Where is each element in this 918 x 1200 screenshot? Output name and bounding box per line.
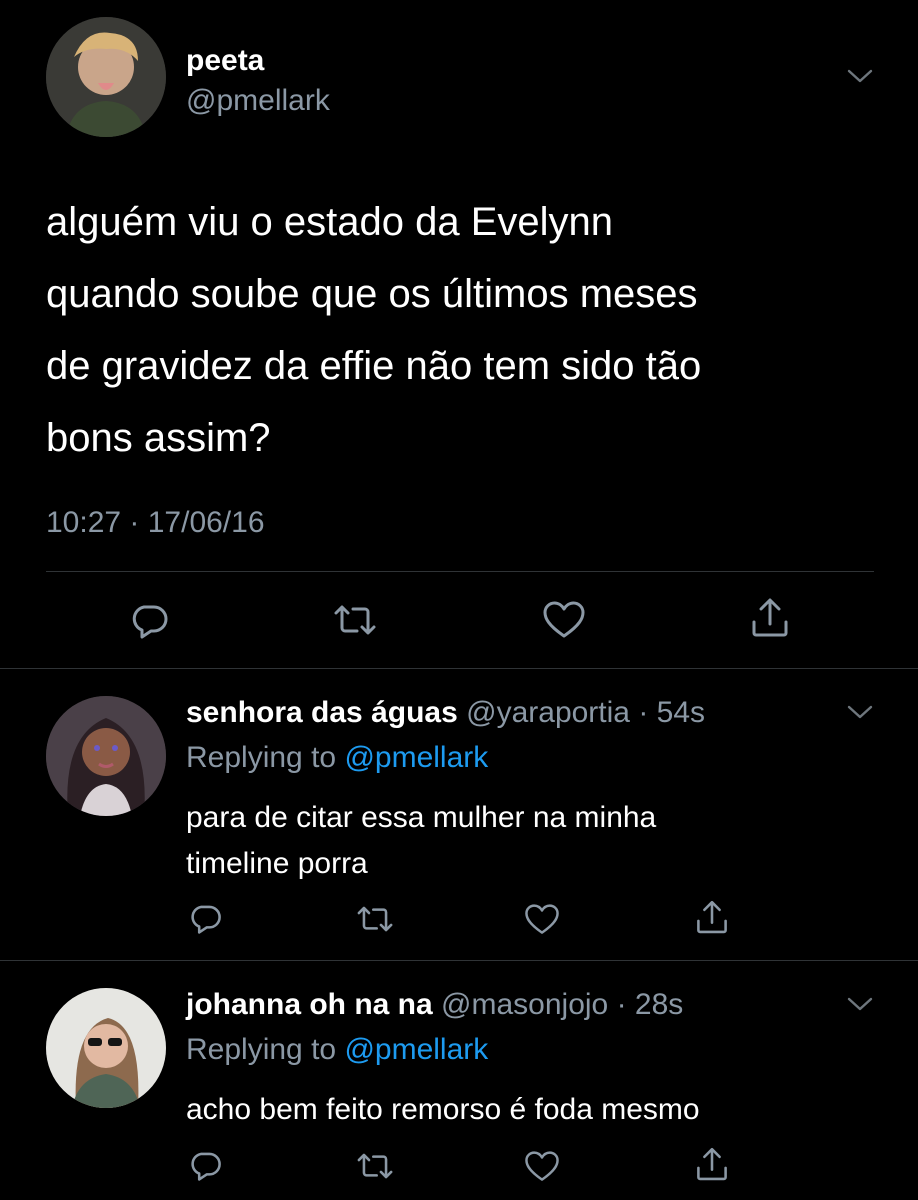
reply-icon	[191, 1152, 221, 1181]
mention-link[interactable]: @pmellark	[344, 741, 488, 774]
display-name[interactable]: senhora das águas	[186, 696, 458, 729]
avatar-image	[46, 988, 166, 1108]
share-button[interactable]	[695, 1146, 729, 1183]
separator-dot: ·	[629, 696, 657, 729]
reply-header: senhora das águas @yaraportia · 54s	[186, 696, 705, 730]
relative-time[interactable]: 28s	[635, 988, 683, 1021]
reply-icon	[191, 905, 221, 934]
share-icon	[697, 1147, 727, 1181]
tweet-text: alguém viu o estado da Evelynn quando so…	[46, 186, 701, 474]
avatar[interactable]	[46, 988, 166, 1108]
heart-icon	[525, 1151, 559, 1181]
handle[interactable]: @yaraportia	[466, 696, 630, 729]
retweet-icon	[334, 605, 376, 635]
tweet-text-line: de gravidez da effie não tem sido tão	[46, 344, 702, 388]
tweet-text-line: quando soube que os últimos meses	[46, 272, 698, 316]
retweet-button[interactable]	[356, 1149, 394, 1183]
avatar-image	[46, 17, 166, 137]
chevron-down-icon[interactable]	[846, 66, 874, 86]
like-button[interactable]	[524, 1150, 560, 1183]
replying-to-label: Replying to	[186, 741, 337, 774]
retweet-button[interactable]	[356, 902, 394, 936]
retweet-icon	[357, 1153, 393, 1179]
share-button[interactable]	[695, 899, 729, 936]
avatar-image	[46, 696, 166, 816]
divider	[0, 960, 918, 961]
tweet-text-line: bons assim?	[46, 416, 271, 460]
retweet-icon	[357, 906, 393, 932]
like-button[interactable]	[542, 600, 586, 640]
reply-text: para de citar essa mulher na minha timel…	[186, 795, 656, 887]
replying-to: Replying to @pmellark	[186, 1033, 488, 1067]
divider	[0, 668, 918, 669]
reply-button[interactable]	[130, 600, 170, 640]
mention-link[interactable]: @pmellark	[344, 1033, 488, 1066]
reply-text-line: timeline porra	[186, 847, 368, 880]
share-icon	[697, 900, 727, 934]
heart-icon	[543, 601, 585, 638]
reply-header: johanna oh na na @masonjojo · 28s	[186, 988, 683, 1022]
reply-button[interactable]	[189, 901, 223, 935]
handle[interactable]: @masonjojo	[441, 988, 608, 1021]
tweet-text-line: alguém viu o estado da Evelynn	[46, 200, 614, 244]
reply-text-line: acho bem feito remorso é foda mesmo	[186, 1093, 700, 1126]
display-name[interactable]: peeta	[186, 44, 264, 78]
reply-text-line: para de citar essa mulher na minha	[186, 801, 657, 834]
heart-icon	[525, 904, 559, 934]
retweet-button[interactable]	[333, 600, 377, 640]
chevron-down-icon[interactable]	[846, 702, 874, 722]
replying-to: Replying to @pmellark	[186, 741, 488, 775]
avatar[interactable]	[46, 696, 166, 816]
avatar[interactable]	[46, 17, 166, 137]
handle[interactable]: @pmellark	[186, 84, 330, 118]
share-icon	[752, 598, 788, 637]
timestamp[interactable]: 10:27 · 17/06/16	[46, 506, 265, 540]
reply-text: acho bem feito remorso é foda mesmo	[186, 1087, 700, 1133]
separator-dot: ·	[608, 988, 635, 1021]
chevron-down-icon[interactable]	[846, 994, 874, 1014]
reply-icon	[132, 605, 168, 639]
relative-time[interactable]: 54s	[657, 696, 705, 729]
reply-button[interactable]	[189, 1148, 223, 1182]
replying-to-label: Replying to	[186, 1033, 337, 1066]
divider	[46, 571, 874, 572]
display-name[interactable]: johanna oh na na	[186, 988, 433, 1021]
share-button[interactable]	[750, 597, 790, 639]
like-button[interactable]	[524, 903, 560, 936]
